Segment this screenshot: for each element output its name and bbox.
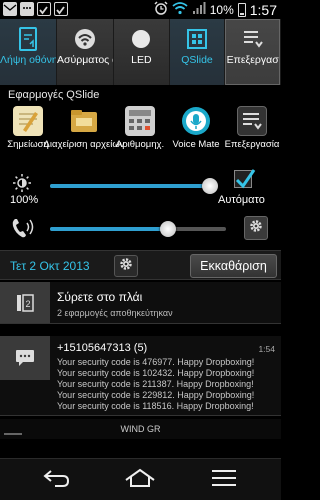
home-button[interactable]: [120, 465, 160, 495]
menu-button[interactable]: [204, 465, 244, 495]
message-line: Your security code is 118516. Happy Drop…: [57, 401, 254, 411]
svg-text:2: 2: [26, 299, 31, 309]
message-line: Your security code is 102432. Happy Drop…: [57, 368, 255, 378]
notification-qslide[interactable]: 2 Σύρετε στο πλάι 2 εφαρμογές αποθηκεύτη…: [0, 282, 281, 324]
toggle-led[interactable]: LED: [114, 19, 170, 85]
qslide-app-label: Αριθμομηχ.: [115, 139, 165, 150]
date-row: Τετ 2 Οκτ 2013 Εκκαθάριση: [0, 250, 281, 280]
wireless-storage-icon: [73, 27, 97, 51]
toggle-label: QSlide: [181, 55, 213, 66]
qslide-app-label: Voice Mate: [172, 139, 220, 150]
voice-mate-icon: [181, 106, 211, 136]
toggle-label: Επεξεργασ: [226, 55, 279, 66]
memo-icon: [13, 106, 43, 136]
system-status: 10% 1:57: [154, 1, 277, 18]
qslide-app-memo[interactable]: Σημείωση: [0, 104, 56, 166]
back-button[interactable]: [36, 465, 76, 495]
notification-message[interactable]: +15105647313 (5) 1:54 Your security code…: [0, 336, 281, 416]
message-line: Your security code is 211387. Happy Drop…: [57, 379, 254, 389]
volume-fill: [50, 227, 168, 231]
signal-icon: [192, 1, 206, 18]
brightness-thumb[interactable]: [202, 178, 218, 194]
qslide-app-file-manager[interactable]: Διαχείριση αρχείων: [44, 104, 125, 166]
home-icon: [123, 467, 157, 494]
gear-icon: [118, 256, 134, 277]
status-bar: 10% 1:57: [0, 0, 281, 19]
message-icon: [0, 336, 50, 380]
auto-brightness-label: Αυτόματο: [218, 194, 265, 206]
toggle-screenshot[interactable]: Λήψη οθόνης: [0, 19, 57, 85]
message-line: Your security code is 476977. Happy Drop…: [57, 357, 255, 367]
qslide-app-voice-mate[interactable]: Voice Mate: [168, 104, 224, 166]
brightness-slider[interactable]: [50, 176, 218, 196]
calculator-icon: [125, 106, 155, 136]
sound-settings-button[interactable]: [244, 216, 268, 240]
back-icon: [41, 468, 71, 493]
clock: 1:57: [249, 1, 277, 18]
navigation-bar: [0, 458, 281, 500]
qslide-window-icon: 2: [0, 282, 50, 323]
clear-notifications-button[interactable]: Εκκαθάριση: [190, 254, 277, 278]
toggle-edit[interactable]: Επεξεργασ: [225, 19, 282, 85]
carrier-label: WIND GR: [0, 419, 281, 439]
toggle-label: LED: [131, 55, 152, 66]
brightness-percent: 100%: [10, 194, 39, 206]
toggle-label: Λήψη οθόνης: [0, 55, 56, 66]
screenshot-icon: [16, 27, 40, 51]
email-icon: [3, 2, 17, 16]
checkbox-icon: [37, 2, 51, 16]
quick-settings-bar: Λήψη οθόνης Ασύρματος αποθηκευτ LED QSli…: [0, 19, 282, 85]
toggle-label: Ασύρματος αποθηκευτ: [57, 55, 113, 66]
alarm-icon: [154, 1, 168, 18]
wifi-icon: [172, 1, 188, 18]
gear-icon: [248, 218, 264, 239]
battery-icon: [237, 2, 246, 17]
battery-percent: 10%: [209, 2, 234, 17]
auto-brightness-checkbox[interactable]: [234, 169, 256, 189]
sms-icon: [20, 2, 34, 16]
edit-icon: [241, 27, 265, 51]
notification-icons: [3, 2, 68, 16]
drag-handle[interactable]: [4, 433, 22, 435]
date-label: Τετ 2 Οκτ 2013: [10, 259, 90, 273]
toggle-qslide[interactable]: QSlide: [169, 19, 226, 85]
qslide-section-title: Εφαρμογές QSlide: [8, 89, 100, 101]
notification-time: 1:54: [258, 344, 275, 354]
led-icon: [129, 27, 153, 51]
qslide-apps: Σημείωση Διαχείριση αρχείων Αριθμομηχ. V…: [0, 104, 281, 166]
menu-icon: [210, 468, 238, 493]
qslide-app-edit[interactable]: Επεξεργασία: [224, 104, 280, 166]
ringer-volume-icon: [11, 217, 35, 244]
notification-title: +15105647313 (5): [57, 342, 148, 354]
file-manager-icon: [69, 106, 99, 136]
settings-button[interactable]: [114, 255, 138, 277]
notification-title: Σύρετε στο πλάι: [57, 290, 143, 304]
toggle-wireless-storage[interactable]: Ασύρματος αποθηκευτ: [57, 19, 114, 85]
qslide-icon: [185, 27, 209, 51]
brightness-fill: [50, 184, 210, 188]
edit-icon: [237, 106, 267, 136]
checkbox-icon: [54, 2, 68, 16]
volume-thumb[interactable]: [159, 221, 176, 237]
qslide-app-calculator[interactable]: Αριθμομηχ.: [112, 104, 168, 166]
qslide-app-label: Επεξεργασία: [224, 139, 280, 150]
notification-subtitle: 2 εφαρμογές αποθηκεύτηκαν: [57, 308, 173, 318]
message-line: Your security code is 229812. Happy Drop…: [57, 390, 255, 400]
volume-slider[interactable]: [50, 219, 230, 239]
